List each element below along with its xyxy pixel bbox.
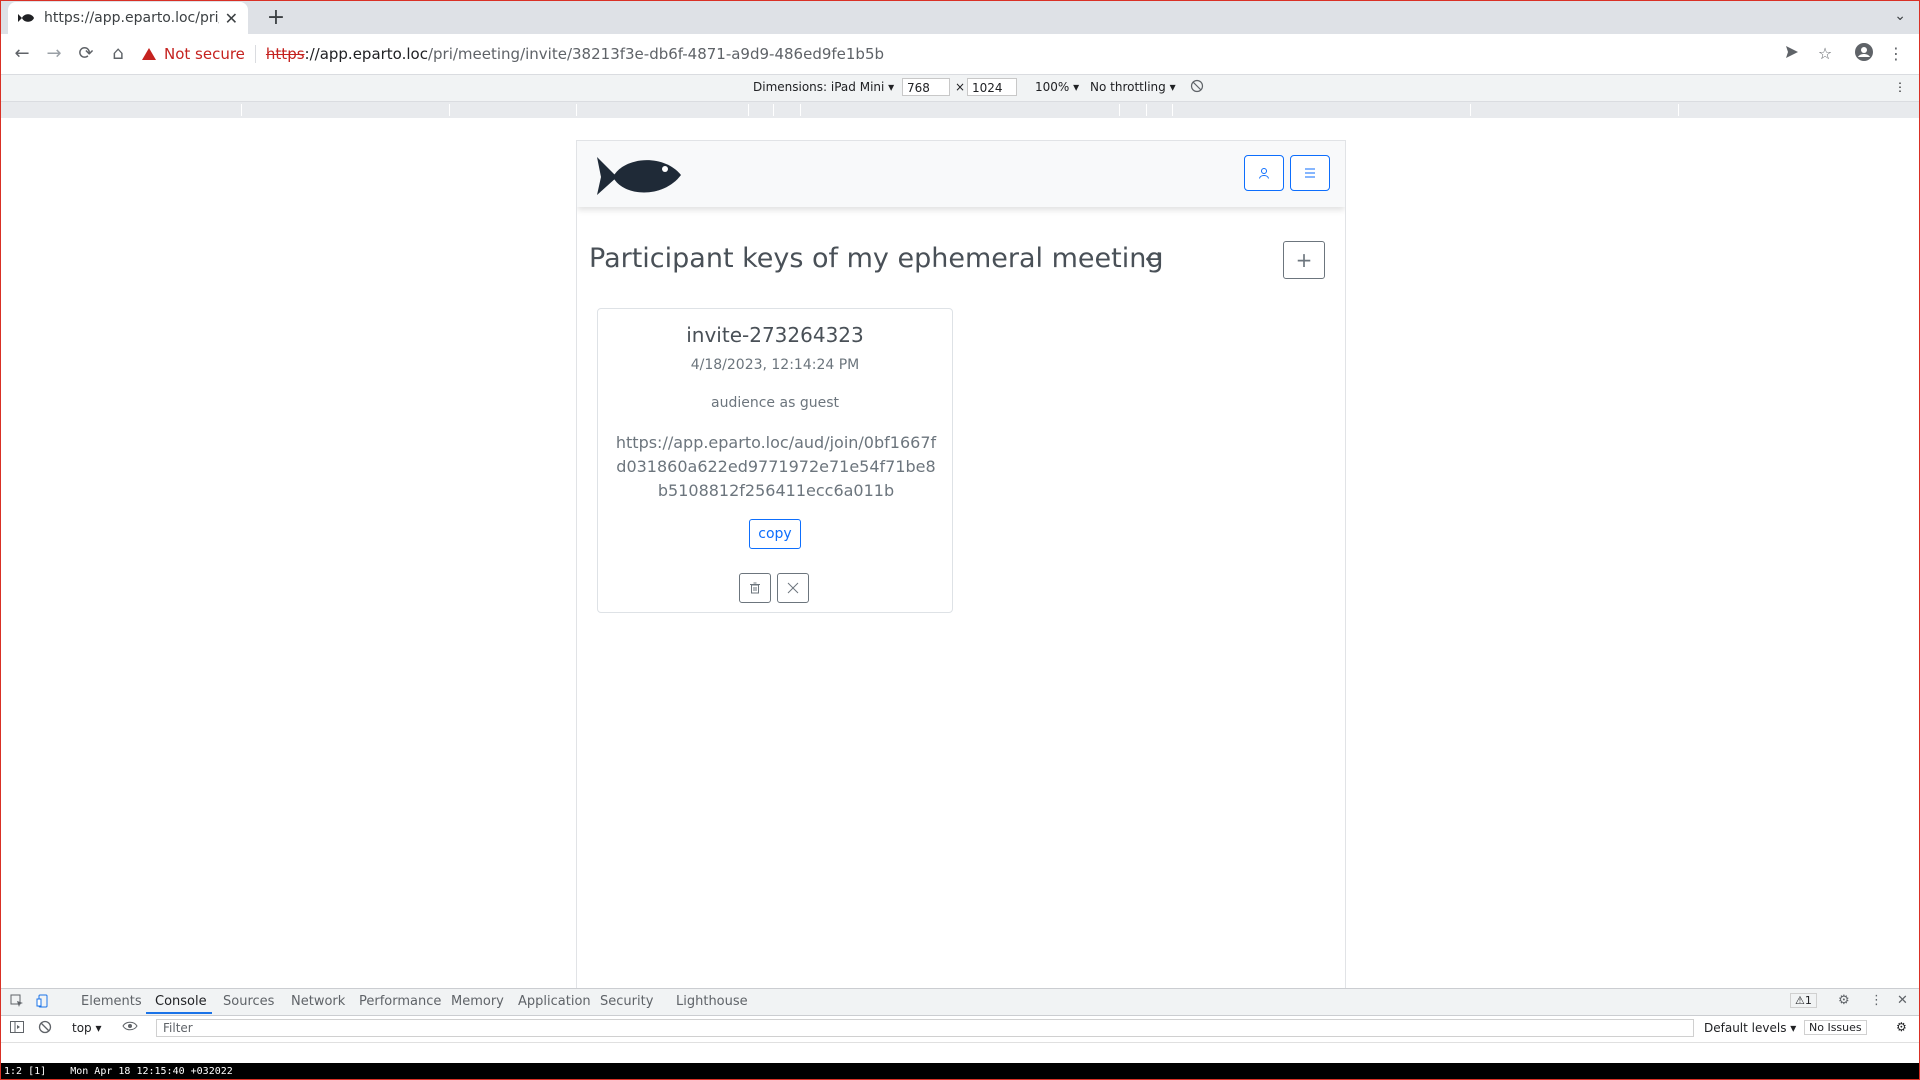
- live-expression-eye-icon[interactable]: [122, 1020, 138, 1035]
- ruler-tick: [748, 104, 749, 116]
- tab-search-button[interactable]: ⌄: [1894, 8, 1906, 24]
- user-icon: [1259, 168, 1269, 179]
- status-text: 1:2 [1] Mon Apr 18 12:15:40 +032022: [4, 1066, 233, 1077]
- new-tab-button[interactable]: +: [262, 4, 290, 32]
- app-header: [577, 141, 1345, 207]
- throttling-select[interactable]: No throttling ▾: [1090, 80, 1176, 94]
- devtools-close-icon[interactable]: ✕: [1897, 993, 1908, 1008]
- warning-count-badge[interactable]: ⚠1: [1790, 993, 1817, 1008]
- bookmark-star-icon[interactable]: ☆: [1813, 42, 1837, 66]
- url-scheme: https: [265, 45, 305, 63]
- url-text: https://app.eparto.loc/pri/meeting/invit…: [266, 45, 884, 63]
- hamburger-icon: [1305, 168, 1315, 178]
- invite-audience: audience as guest: [711, 395, 839, 411]
- reload-button[interactable]: ⟳: [74, 42, 98, 66]
- ruler-tick: [800, 104, 801, 116]
- url-host: ://app.eparto.loc: [304, 45, 428, 63]
- devtools-more-icon[interactable]: ⋮: [1870, 993, 1883, 1008]
- ruler-tick: [576, 104, 577, 116]
- invite-card: invite-273264323 4/18/2023, 12:14:24 PM …: [597, 308, 953, 613]
- device-width-input[interactable]: 768: [902, 78, 950, 96]
- fish-favicon-icon: [18, 14, 34, 22]
- devtools-tab-memory[interactable]: Memory: [451, 994, 504, 1009]
- device-toolbar-menu-icon[interactable]: ⋮: [1894, 80, 1906, 94]
- device-dimensions-select[interactable]: Dimensions: iPad Mini ▾: [753, 80, 894, 94]
- tab-close-icon[interactable]: ✕: [225, 9, 238, 28]
- devtools-tab-sources[interactable]: Sources: [223, 994, 274, 1009]
- address-bar[interactable]: Not secure https://app.eparto.loc/pri/me…: [142, 39, 1782, 69]
- devtools-tabbar: Elements Console Sources Network Perform…: [0, 989, 1920, 1016]
- context-select[interactable]: top ▾: [72, 1021, 102, 1035]
- home-button[interactable]: ⌂: [106, 42, 130, 66]
- device-height-input[interactable]: 1024: [967, 78, 1017, 96]
- devtools-tab-security[interactable]: Security: [600, 994, 653, 1009]
- devtools-tab-application[interactable]: Application: [518, 994, 591, 1009]
- console-toolbar: top ▾ Filter Default levels ▾ No Issues …: [0, 1016, 1920, 1043]
- zoom-select[interactable]: 100% ▾: [1035, 80, 1079, 94]
- tab-strip: https://app.eparto.loc/pri/m ✕ + ⌄: [0, 0, 1920, 34]
- console-settings-icon[interactable]: ⚙: [1896, 1020, 1907, 1034]
- devtools-tab-elements[interactable]: Elements: [81, 994, 142, 1009]
- status-bar: 1:2 [1] Mon Apr 18 12:15:40 +032022: [0, 1063, 1920, 1080]
- add-invite-button[interactable]: +: [1283, 241, 1325, 279]
- browser-menu-icon[interactable]: ⋮: [1884, 42, 1908, 66]
- device-viewport: Participant keys of my ephemeral meeting…: [576, 140, 1346, 989]
- copy-button[interactable]: copy: [749, 519, 801, 549]
- ruler-tick: [773, 104, 774, 116]
- ruler-tick: [449, 104, 450, 116]
- issues-badge[interactable]: No Issues: [1804, 1020, 1867, 1035]
- menu-button[interactable]: [1290, 155, 1330, 191]
- devtools-panel: Elements Console Sources Network Perform…: [0, 988, 1920, 1063]
- device-toggle-icon[interactable]: [36, 994, 50, 1012]
- url-path: /pri/meeting/invite/38213f3e-db6f-4871-a…: [427, 45, 885, 63]
- ruler-tick: [1470, 104, 1471, 116]
- tab-title: https://app.eparto.loc/pri/m: [44, 10, 219, 26]
- browser-toolbar: ← → ⟳ ⌂ Not secure https://app.eparto.lo…: [0, 34, 1920, 75]
- log-levels-select[interactable]: Default levels ▾: [1704, 1021, 1796, 1035]
- ruler-tick: [1146, 104, 1147, 116]
- send-tab-icon[interactable]: [1780, 42, 1804, 66]
- ruler-tick: [1172, 104, 1173, 116]
- inspect-element-icon[interactable]: [10, 994, 24, 1012]
- fish-logo-icon[interactable]: [595, 151, 683, 199]
- devtools-tab-console[interactable]: Console: [155, 994, 207, 1009]
- cancel-button[interactable]: [777, 573, 809, 603]
- devtools-settings-icon[interactable]: ⚙: [1838, 993, 1850, 1008]
- browser-tab[interactable]: https://app.eparto.loc/pri/m ✕: [8, 2, 248, 34]
- close-icon: [787, 582, 799, 594]
- trash-icon: [750, 582, 760, 594]
- forward-button[interactable]: →: [42, 42, 66, 66]
- page-title: Participant keys of my ephemeral meeting: [589, 243, 1164, 274]
- warning-icon: [142, 48, 156, 60]
- not-secure-label[interactable]: Not secure: [164, 45, 245, 63]
- profile-icon[interactable]: [1852, 42, 1876, 66]
- device-toolbar: Dimensions: iPad Mini ▾ 768 × 1024 100% …: [0, 75, 1920, 102]
- clear-console-icon[interactable]: [38, 1020, 52, 1037]
- user-button[interactable]: [1244, 155, 1284, 191]
- invite-name: invite-273264323: [686, 323, 864, 347]
- console-filter-input[interactable]: Filter: [156, 1019, 1694, 1037]
- back-button[interactable]: ←: [10, 42, 34, 66]
- ruler-tick: [241, 104, 242, 116]
- devtools-tab-performance[interactable]: Performance: [359, 994, 441, 1009]
- rotate-icon[interactable]: [1190, 79, 1204, 96]
- address-separator: [254, 45, 256, 63]
- devtools-tab-lighthouse[interactable]: Lighthouse: [676, 994, 748, 1009]
- invite-date: 4/18/2023, 12:14:24 PM: [690, 357, 860, 373]
- invite-link: https://app.eparto.loc/aud/join/0bf1667f…: [615, 433, 937, 500]
- active-tab-indicator: [146, 1012, 212, 1014]
- return-icon[interactable]: ↵: [1145, 247, 1163, 272]
- devtools-tab-network[interactable]: Network: [291, 994, 345, 1009]
- console-sidebar-icon[interactable]: [10, 1021, 24, 1036]
- delete-button[interactable]: [739, 573, 771, 603]
- media-query-ruler[interactable]: [0, 102, 1920, 119]
- ruler-tick: [1119, 104, 1120, 116]
- ruler-tick: [1678, 104, 1679, 116]
- dimensions-times: ×: [955, 80, 966, 94]
